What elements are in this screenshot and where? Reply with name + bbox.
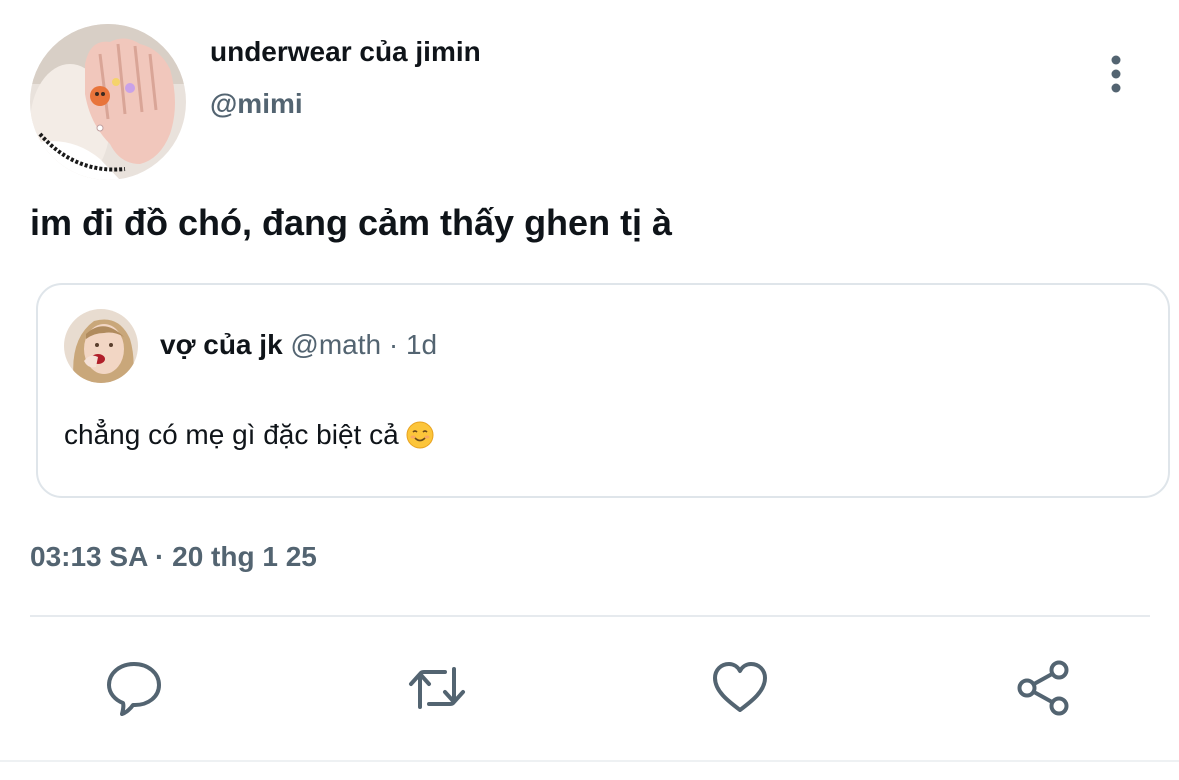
speech-bubble-icon [107, 662, 161, 716]
quoted-tweet-header: vợ của jk @math · 1d [160, 329, 437, 361]
more-options-button[interactable] [1096, 52, 1136, 96]
heart-icon [713, 662, 767, 712]
share-icon [1017, 660, 1069, 716]
quoted-author-display-name[interactable]: vợ của jk [160, 329, 283, 360]
retweet-icon [409, 667, 465, 709]
author-avatar-image [30, 24, 186, 180]
quoted-tweet-card[interactable]: vợ của jk @math · 1d chẳng có mẹ gì đặc … [36, 283, 1170, 498]
quoted-tweet-age[interactable]: 1d [406, 329, 437, 360]
author-avatar[interactable] [30, 24, 186, 180]
author-handle[interactable]: @mimi [210, 88, 303, 120]
retweet-button[interactable] [407, 658, 467, 718]
tweet-text: im đi đồ chó, đang cảm thấy ghen tị à [30, 202, 673, 243]
quoted-author-avatar-image [64, 309, 138, 383]
smiling-face-emoji-icon [406, 421, 434, 449]
author-display-name[interactable]: underwear của jimin [210, 36, 481, 68]
quoted-separator: · [388, 329, 399, 360]
reply-button[interactable] [104, 658, 164, 718]
vertical-ellipsis-icon [1111, 55, 1121, 93]
bottom-divider [0, 760, 1179, 762]
quoted-author-handle[interactable]: @math [290, 329, 381, 360]
divider [30, 615, 1150, 617]
tweet-timestamp[interactable]: 03:13 SA · 20 thg 1 25 [30, 541, 317, 573]
share-button[interactable] [1014, 658, 1074, 718]
quoted-tweet-text-content: chẳng có mẹ gì đặc biệt cả [64, 419, 399, 450]
tweet-detail: underwear của jimin @mimi im đi đồ chó, … [0, 0, 1179, 780]
like-button[interactable] [710, 658, 770, 718]
quoted-tweet-text: chẳng có mẹ gì đặc biệt cả [64, 419, 434, 451]
quoted-author-avatar[interactable] [64, 309, 138, 383]
